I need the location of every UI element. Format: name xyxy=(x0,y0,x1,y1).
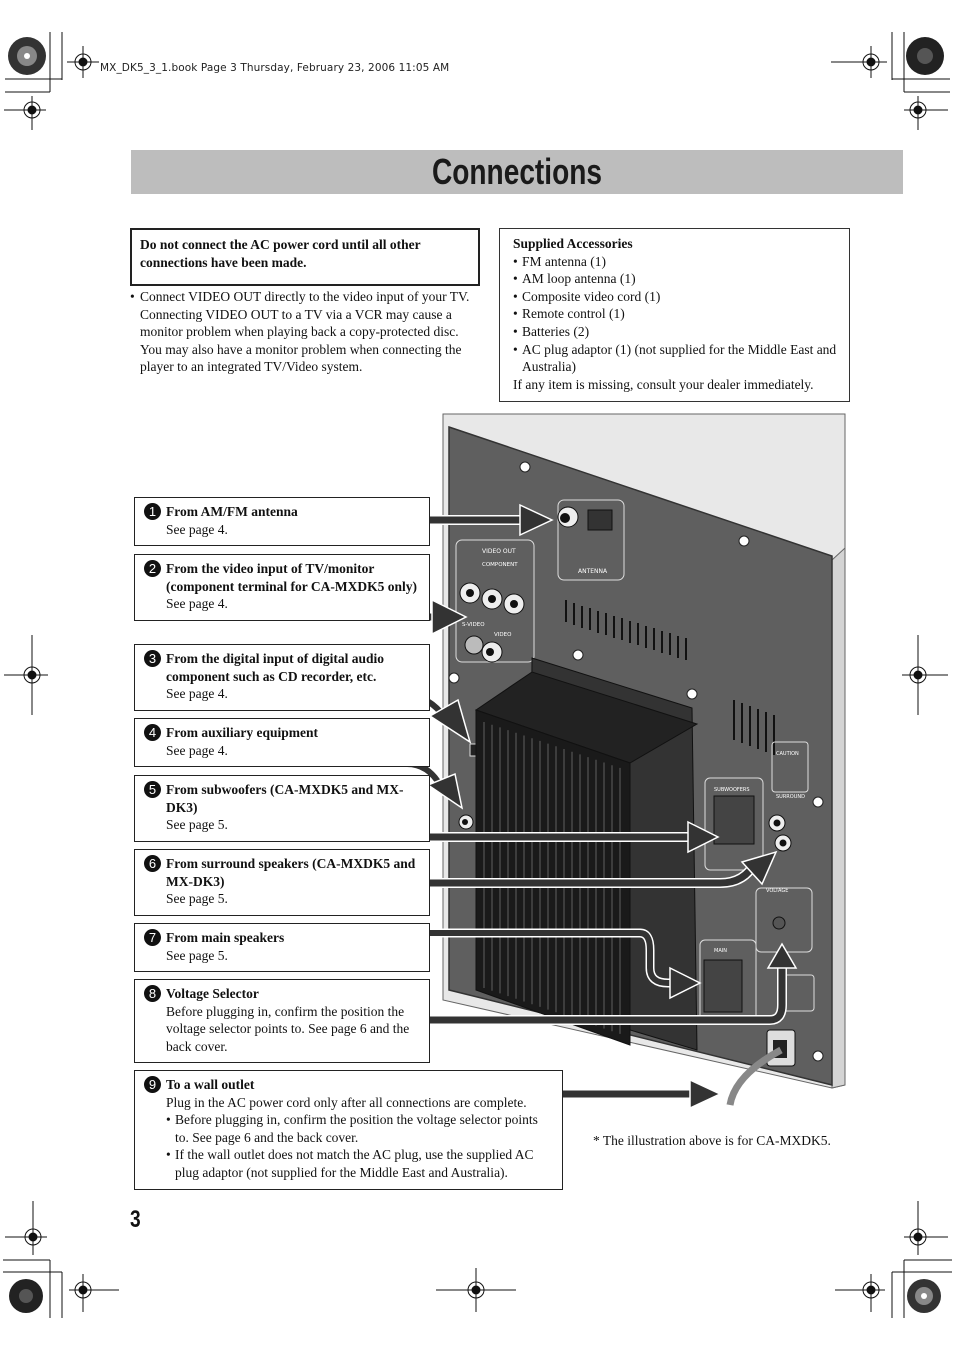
callout-voltage-selector: 8 Voltage Selector Before plugging in, c… xyxy=(134,979,430,1064)
video-label: VIDEO xyxy=(494,632,512,638)
step-number: 3 xyxy=(144,650,161,667)
step-number: 5 xyxy=(144,781,161,798)
subwoofers-label: SUBWOOFERS xyxy=(714,787,750,793)
callout-subwoofers: 5 From subwoofers (CA-MXDK5 and MX-DK3) … xyxy=(134,775,430,842)
step-number: 1 xyxy=(144,503,161,520)
step-number: 7 xyxy=(144,929,161,946)
main-speaker-terminals xyxy=(703,959,743,1013)
step-number: 8 xyxy=(144,985,161,1002)
callout-body: See page 4. xyxy=(166,742,228,758)
am-terminal xyxy=(587,509,613,531)
callout-body: See page 5. xyxy=(166,947,228,963)
surround-label: SURROUND xyxy=(776,794,805,800)
component-label: COMPONENT xyxy=(482,562,518,568)
voltage-selector-label: VOLTAGE xyxy=(766,888,788,894)
callout-body: See page 5. xyxy=(166,891,228,907)
callout-bullet: • Before plugging in, confirm the positio… xyxy=(166,1112,538,1145)
callout-body: See page 5. xyxy=(166,817,228,833)
arrow-9 xyxy=(563,1078,722,1110)
voltage-selector-knob[interactable] xyxy=(772,916,786,930)
heatsink-front xyxy=(475,709,631,1046)
main-speakers-label: MAIN xyxy=(714,948,727,954)
subwoofer-terminals xyxy=(713,795,755,845)
caution-label: CAUTION xyxy=(776,751,799,757)
callout-antenna: 1 From AM/FM antenna See page 4. xyxy=(134,497,430,547)
callout-title: From the video input of TV/monitor (comp… xyxy=(166,561,417,594)
callout-title: From main speakers xyxy=(166,930,285,945)
callout-wall-outlet: 9 To a wall outlet Plug in the AC power … xyxy=(134,1070,563,1190)
step-number: 2 xyxy=(144,560,161,577)
callout-body: See page 4. xyxy=(166,521,228,537)
antenna-label: ANTENNA xyxy=(578,568,608,575)
callout-title: To a wall outlet xyxy=(166,1077,255,1092)
callout-body: Before plugging in, confirm the position… xyxy=(166,1003,410,1054)
callout-title: Voltage Selector xyxy=(166,986,259,1001)
s-video-label: S-VIDEO xyxy=(462,622,485,628)
callout-main-speakers: 7 From main speakers See page 5. xyxy=(134,923,430,973)
chassis-side xyxy=(831,546,846,1089)
callout-title: From surround speakers (CA-MXDK5 and MX-… xyxy=(166,856,416,889)
callout-title: From the digital input of digital audio … xyxy=(166,651,385,684)
callout-title: From auxiliary equipment xyxy=(166,725,319,740)
callout-body: Plug in the AC power cord only after all… xyxy=(166,1094,527,1110)
callout-body: See page 4. xyxy=(166,686,228,702)
step-number: 9 xyxy=(144,1076,161,1093)
callout-title: From AM/FM antenna xyxy=(166,504,298,519)
callout-video-input: 2 From the video input of TV/monitor (co… xyxy=(134,554,430,621)
callout-auxiliary: 4 From auxiliary equipment See page 4. xyxy=(134,718,430,768)
callout-title: From subwoofers (CA-MXDK5 and MX-DK3) xyxy=(166,782,404,815)
step-number: 6 xyxy=(144,855,161,872)
video-out-label: VIDEO OUT xyxy=(482,548,516,555)
s-video-jack xyxy=(464,635,484,655)
step-number: 4 xyxy=(144,724,161,741)
callout-bullet: • If the wall outlet does not match the A… xyxy=(166,1147,534,1180)
callout-body: See page 4. xyxy=(166,596,228,612)
callout-digital-input: 3 From the digital input of digital audi… xyxy=(134,644,430,711)
callout-surround-speakers: 6 From surround speakers (CA-MXDK5 and M… xyxy=(134,849,430,916)
